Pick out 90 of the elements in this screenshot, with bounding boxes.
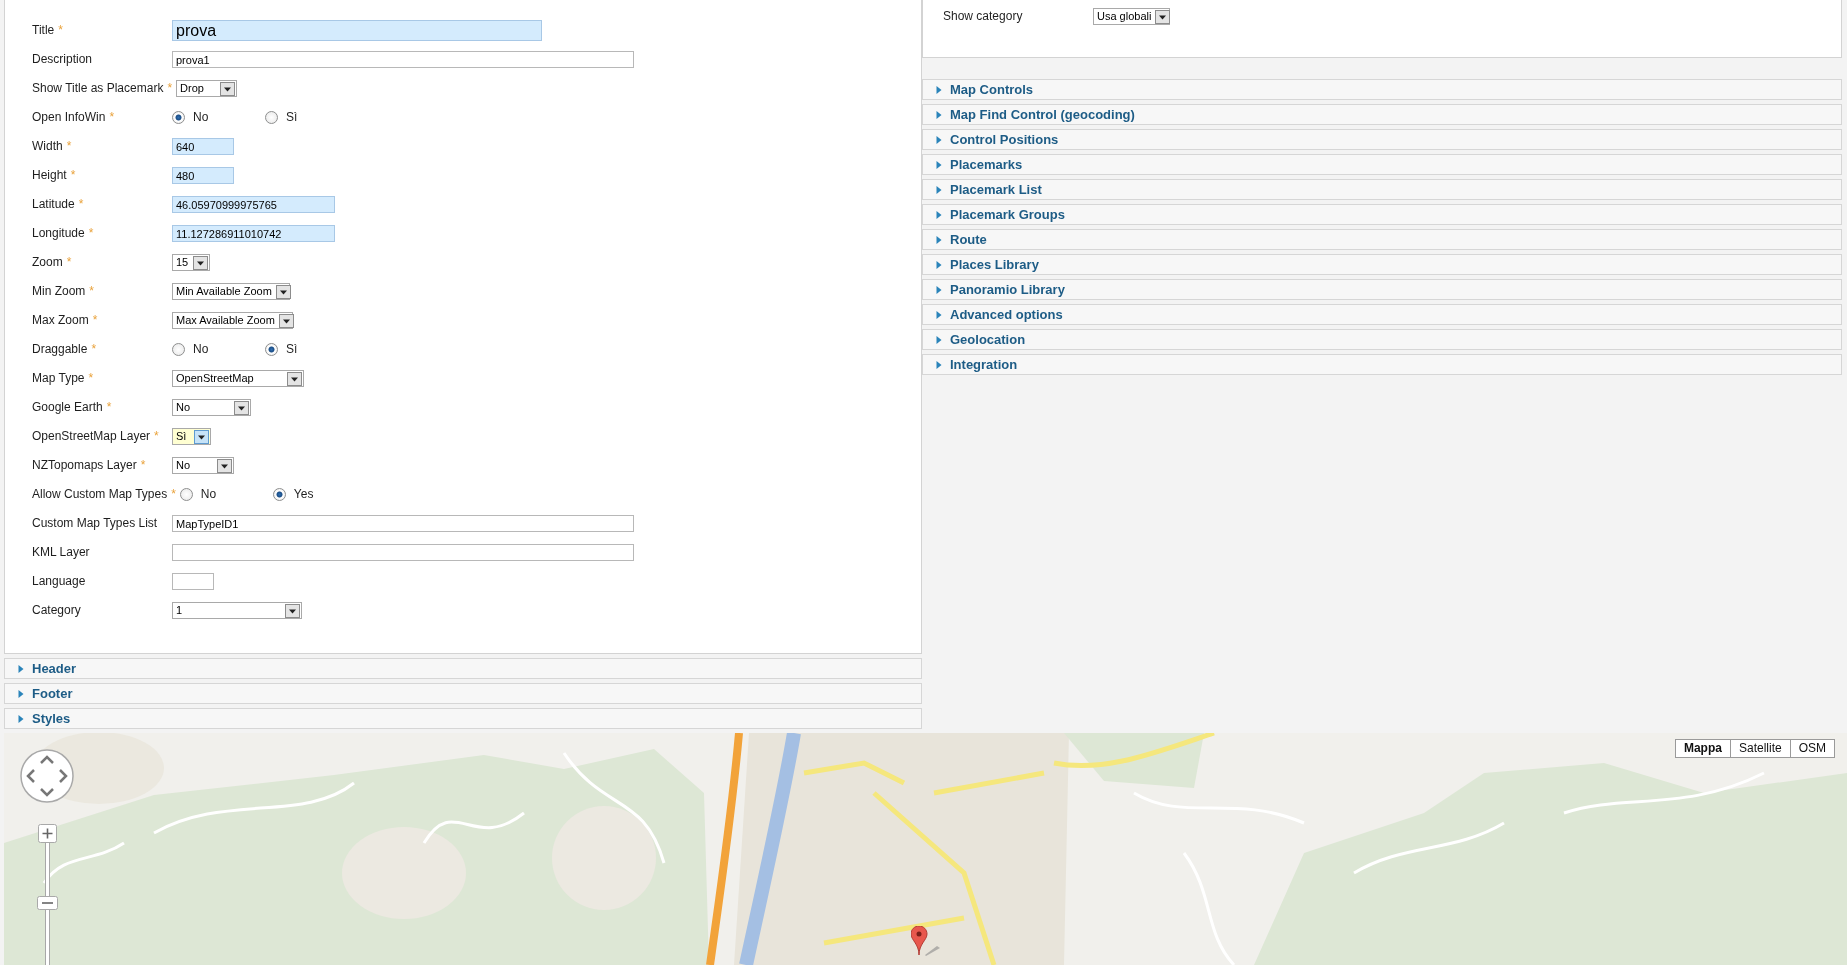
dropdown[interactable]: Usa globali [1093, 8, 1170, 25]
caret-icon [935, 110, 943, 119]
text-field[interactable]: 480 [172, 167, 234, 184]
caret-icon [17, 714, 25, 723]
section-header[interactable]: Placemarks [922, 154, 1842, 175]
caret-icon [935, 85, 943, 94]
section-header[interactable]: Advanced options [922, 304, 1842, 325]
radio-label: No [200, 487, 217, 502]
field-label: Show category [943, 9, 1024, 24]
field-label: Custom Map Types List [32, 516, 159, 531]
caret-icon [935, 235, 943, 244]
radio-label: No [193, 342, 209, 357]
field-label: OpenStreetMap Layer * [32, 429, 160, 444]
field-label: Max Zoom * [32, 313, 99, 328]
radio-label: No [193, 110, 209, 125]
field-label: Open InfoWin * [32, 110, 116, 125]
field-label: NZTopomaps Layer * [32, 458, 147, 473]
section-header[interactable]: Route [922, 229, 1842, 250]
radio-label: Yes [293, 487, 314, 502]
caret-icon [935, 260, 943, 269]
map-type-button[interactable]: Satellite [1729, 739, 1791, 758]
field-label: KML Layer [32, 545, 91, 560]
caret-icon [17, 689, 25, 698]
field-label: Google Earth * [32, 400, 113, 415]
caret-icon [935, 185, 943, 194]
map-marker-icon [911, 926, 941, 956]
radio-label: Sì [286, 110, 298, 125]
section-header[interactable]: Control Positions [922, 129, 1842, 150]
text-field[interactable] [172, 544, 634, 561]
field-label: Title * [32, 23, 64, 38]
caret-icon [935, 135, 943, 144]
radio-button[interactable] [272, 488, 286, 501]
field-label: Draggable * [32, 342, 98, 357]
section-header[interactable]: Panoramio Library [922, 279, 1842, 300]
section-header[interactable]: Integration [922, 354, 1842, 375]
section-header[interactable]: Placemark Groups [922, 204, 1842, 225]
field-label: Language [32, 574, 87, 589]
dropdown[interactable]: No [172, 399, 251, 416]
text-field[interactable]: 11.127286911010742 [172, 225, 335, 242]
caret-icon [935, 310, 943, 319]
field-label: Width * [32, 139, 73, 154]
dropdown[interactable]: OpenStreetMap [172, 370, 304, 387]
field-label: Description [32, 52, 94, 67]
radio-button[interactable] [172, 111, 185, 124]
field-label: Height * [32, 168, 77, 183]
dropdown[interactable]: 15 [172, 254, 210, 271]
field-label: Min Zoom * [32, 284, 95, 299]
section-header[interactable]: Placemark List [922, 179, 1842, 200]
caret-icon [935, 285, 943, 294]
text-field[interactable]: MapTypeID1 [172, 515, 634, 532]
dropdown[interactable]: Sì [172, 428, 211, 445]
dropdown[interactable]: Min Available Zoom [172, 283, 290, 300]
radio-button[interactable] [172, 343, 185, 356]
field-label: Zoom * [32, 255, 73, 270]
dropdown[interactable]: 1 [172, 602, 302, 619]
section-header[interactable]: Footer [4, 683, 922, 704]
caret-icon [935, 335, 943, 344]
dropdown[interactable]: No [172, 457, 234, 474]
radio-button[interactable] [179, 488, 193, 501]
text-field[interactable] [172, 573, 214, 590]
text-field[interactable]: prova1 [172, 51, 634, 68]
field-label: Allow Custom Map Types * [32, 487, 177, 502]
caret-icon [935, 210, 943, 219]
section-header[interactable]: Header [4, 658, 922, 679]
map-type-button[interactable]: Mappa [1674, 739, 1731, 758]
radio-button[interactable] [265, 111, 278, 124]
text-field[interactable]: prova [172, 20, 542, 41]
dropdown[interactable]: Drop [176, 80, 238, 97]
section-header[interactable]: Places Library [922, 254, 1842, 275]
section-header[interactable]: Map Controls [922, 79, 1842, 100]
section-header[interactable]: Styles [4, 708, 922, 729]
caret-icon [935, 160, 943, 169]
section-header[interactable]: Geolocation [922, 329, 1842, 350]
pan-control-icon[interactable] [20, 749, 74, 803]
map-type-button[interactable]: OSM [1789, 739, 1835, 758]
text-field[interactable]: 640 [172, 138, 234, 155]
field-label: Longitude * [32, 226, 95, 241]
radio-label: Sì [286, 342, 298, 357]
field-label: Category [32, 603, 82, 618]
field-label: Show Title as Placemark * [32, 81, 174, 96]
field-label: Latitude * [32, 197, 85, 212]
section-header[interactable]: Map Find Control (geocoding) [922, 104, 1842, 125]
caret-icon [17, 664, 25, 673]
caret-icon [935, 360, 943, 369]
dropdown[interactable]: Max Available Zoom [172, 312, 293, 329]
radio-button[interactable] [265, 343, 278, 356]
text-field[interactable]: 46.05970999975765 [172, 196, 335, 213]
zoom-in-icon[interactable] [38, 824, 57, 843]
field-label: Map Type * [32, 371, 95, 386]
slider-handle-icon[interactable] [37, 896, 58, 910]
